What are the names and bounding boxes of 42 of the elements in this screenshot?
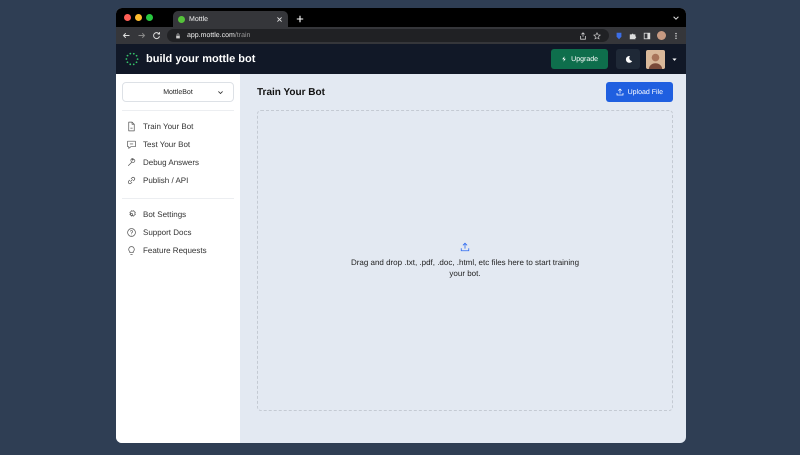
dark-mode-button[interactable] [616, 49, 640, 69]
app-title: build your mottle bot [146, 53, 256, 65]
new-tab-icon[interactable] [296, 15, 304, 23]
lightning-icon [561, 56, 568, 62]
shield-icon[interactable] [615, 32, 623, 40]
back-icon[interactable] [122, 31, 131, 40]
document-icon [126, 121, 137, 132]
sidebar-item[interactable]: Train Your Bot [122, 119, 234, 134]
sidebar-item[interactable]: Feature Requests [122, 243, 234, 258]
lock-icon [175, 32, 181, 38]
reload-icon[interactable] [152, 31, 161, 40]
user-avatar[interactable] [646, 50, 665, 68]
sidebar-icon[interactable] [643, 32, 651, 40]
logo-icon [124, 51, 140, 67]
page-title: Train Your Bot [257, 86, 325, 98]
profile-avatar[interactable] [657, 31, 666, 40]
close-window-icon[interactable] [124, 14, 131, 21]
share-icon[interactable] [579, 32, 587, 40]
sidebar-item[interactable]: Test Your Bot [122, 137, 234, 152]
sidebar-item[interactable]: Publish / API [122, 173, 234, 188]
maximize-window-icon[interactable] [146, 14, 153, 21]
help-icon [126, 227, 137, 238]
moon-icon [624, 54, 632, 64]
sidebar-item[interactable]: Support Docs [122, 225, 234, 240]
chevron-down-icon [217, 88, 224, 96]
dropzone-text: Drag and drop .txt, .pdf, .doc, .html, etc files here to start training your bot. [350, 257, 580, 279]
sidebar-item[interactable]: Debug Answers [122, 155, 234, 170]
chevron-down-icon[interactable] [672, 14, 680, 22]
caret-icon[interactable] [671, 56, 678, 62]
lightbulb-icon [126, 245, 137, 256]
puzzle-icon[interactable] [629, 32, 637, 40]
sidebar-item[interactable]: Bot Settings [122, 207, 234, 222]
dropzone[interactable]: Drag and drop .txt, .pdf, .doc, .html, etc files here to start training your bot. [257, 110, 673, 411]
forward-icon[interactable] [137, 31, 146, 40]
upload-icon [460, 242, 470, 252]
link-icon [126, 175, 137, 186]
upload-icon [616, 88, 624, 96]
minimize-window-icon[interactable] [135, 14, 142, 21]
chat-icon [126, 139, 137, 150]
star-icon[interactable] [593, 32, 601, 40]
favicon-icon [178, 16, 185, 22]
close-icon[interactable] [276, 16, 283, 22]
